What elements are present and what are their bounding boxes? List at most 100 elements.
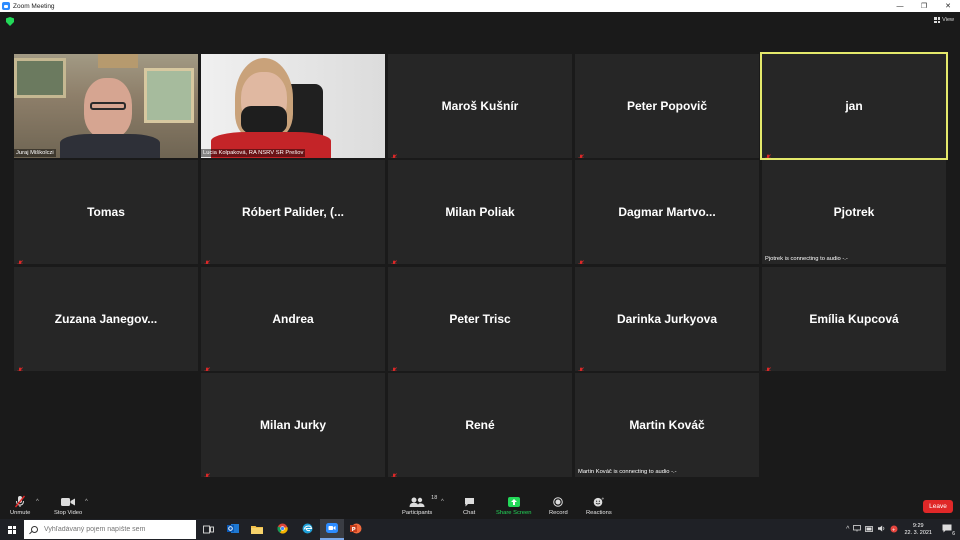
unmute-button[interactable]: Unmute [10, 495, 30, 516]
svg-text:+: + [602, 497, 605, 501]
taskbar-clock[interactable]: 9:29 22. 3. 2021 [904, 523, 932, 537]
chat-label: Chat [463, 510, 476, 516]
notifications-count: 6 [951, 531, 956, 537]
participant-name: Emília Kupcová [809, 312, 899, 326]
close-button[interactable]: ✕ [936, 0, 960, 12]
muted-mic-icon [391, 148, 397, 158]
grid-view-icon [934, 17, 941, 23]
share-screen-button[interactable]: Share Screen [496, 495, 531, 516]
leave-button[interactable]: Leave [923, 500, 953, 513]
unmute-label: Unmute [10, 510, 31, 516]
record-label: Record [549, 510, 568, 516]
participant-tile[interactable]: Emília Kupcová [762, 267, 946, 371]
record-icon [553, 495, 564, 508]
folder-icon [251, 521, 263, 539]
participant-tile[interactable]: Juraj Miškolczi [14, 54, 198, 158]
taskbar-zoom[interactable] [320, 519, 344, 540]
participant-tile[interactable]: Róbert Palider, (... [201, 160, 385, 264]
window-titlebar: Zoom Meeting — ❐ ✕ [0, 0, 960, 12]
participant-tile[interactable]: Andrea [201, 267, 385, 371]
taskbar-file-explorer[interactable] [245, 519, 269, 540]
reactions-button[interactable]: + Reactions [586, 495, 612, 517]
window-title: Zoom Meeting [13, 2, 55, 10]
meeting-toolbar: Unmute ^ Stop Video ^ 18 Participants ^ … [0, 491, 960, 519]
video-options-caret-icon[interactable]: ^ [85, 499, 88, 505]
record-button[interactable]: Record [549, 495, 568, 516]
network-icon[interactable] [853, 525, 862, 534]
participant-name: Darinka Jurkyova [616, 312, 718, 326]
muted-mic-icon [391, 254, 397, 264]
chrome-icon [276, 521, 288, 539]
video-camera-icon [61, 495, 76, 508]
minimize-button[interactable]: — [888, 0, 912, 12]
participant-tile[interactable]: Milan Jurky [201, 373, 385, 477]
taskbar-outlook[interactable] [221, 519, 245, 540]
view-button[interactable]: View [934, 17, 954, 23]
taskbar-chrome[interactable] [270, 519, 294, 540]
muted-mic-icon [765, 361, 771, 371]
participant-name: Martin Kováč [629, 418, 705, 432]
security-shield-icon[interactable] [6, 17, 14, 26]
participant-name: jan [845, 99, 863, 113]
audio-options-caret-icon[interactable]: ^ [36, 499, 39, 505]
stop-video-label: Stop Video [54, 510, 83, 516]
participant-name: Maroš Kušnír [441, 99, 519, 113]
participant-name: Dagmar Martvo... [618, 205, 716, 219]
start-button[interactable] [0, 519, 24, 540]
chat-bubble-icon [464, 495, 475, 508]
muted-mic-icon [391, 467, 397, 477]
taskbar-edge[interactable] [295, 519, 319, 540]
battery-icon[interactable] [865, 525, 874, 534]
language-icon[interactable]: + [890, 525, 898, 535]
taskbar-powerpoint[interactable]: P [344, 519, 368, 540]
participant-tile[interactable]: Peter Trisc [388, 267, 572, 371]
zoom-icon [326, 520, 338, 538]
taskbar-search-box[interactable] [24, 520, 196, 539]
participants-count: 18 [431, 495, 438, 501]
share-screen-label: Share Screen [496, 510, 532, 516]
participant-name: Andrea [272, 312, 314, 326]
task-view-button[interactable] [196, 519, 220, 540]
participant-tile[interactable]: Tomas [14, 160, 198, 264]
search-icon [31, 526, 38, 533]
window-controls: — ❐ ✕ [888, 0, 960, 12]
muted-mic-icon [578, 254, 584, 264]
participant-tile[interactable]: Zuzana Janegov... [14, 267, 198, 371]
participant-tile[interactable]: Maroš Kušnír [388, 54, 572, 158]
participant-tile[interactable]: Martin Kováč Martin Kováč is connecting t… [575, 373, 759, 477]
participant-tile[interactable]: Lucia Kolpaková, RA NSRV SR Prešov [201, 54, 385, 158]
participant-tile[interactable]: Pjotrek Pjotrek is connecting to audio -.… [762, 160, 946, 264]
task-view-icon [202, 521, 214, 539]
windows-logo-icon [8, 525, 16, 534]
participant-tile[interactable]: René [388, 373, 572, 477]
clock-date: 22. 3. 2021 [904, 529, 932, 536]
participant-name: Juraj Miškolczi [16, 150, 54, 156]
system-tray: ^ + 9:29 22. 3. 2021 6 [844, 519, 960, 540]
participant-name: Milan Poliak [445, 205, 515, 219]
stop-video-button[interactable]: Stop Video [54, 495, 82, 516]
view-label: View [942, 17, 954, 23]
windows-taskbar: P ^ + 9:29 22. 3. 2021 6 [0, 519, 960, 540]
participant-video [14, 54, 198, 158]
participant-tile[interactable]: jan [760, 52, 948, 160]
participant-tile[interactable]: Peter Popovič [575, 54, 759, 158]
participant-tile[interactable]: Darinka Jurkyova [575, 267, 759, 371]
participant-tile[interactable]: Dagmar Martvo... [575, 160, 759, 264]
taskbar-search-input[interactable] [44, 526, 194, 533]
notifications-icon[interactable]: 6 [942, 524, 956, 537]
participant-name: Peter Trisc [449, 312, 511, 326]
show-hidden-icons-chevron-icon[interactable]: ^ [846, 526, 849, 533]
participants-options-caret-icon[interactable]: ^ [441, 499, 444, 505]
muted-mic-icon [578, 361, 584, 371]
participant-tile[interactable]: Milan Poliak [388, 160, 572, 264]
restore-button[interactable]: ❐ [912, 0, 936, 12]
chat-button[interactable]: Chat [463, 495, 475, 516]
svg-text:+: + [892, 526, 896, 532]
volume-icon[interactable] [878, 525, 886, 534]
share-screen-icon [507, 495, 520, 508]
participant-name: Lucia Kolpaková, RA NSRV SR Prešov [203, 150, 304, 156]
participant-name: Tomas [87, 205, 125, 219]
participants-label: Participants [402, 510, 433, 516]
participants-button[interactable]: 18 Participants [402, 495, 437, 516]
participant-name: Zuzana Janegov... [54, 312, 158, 326]
